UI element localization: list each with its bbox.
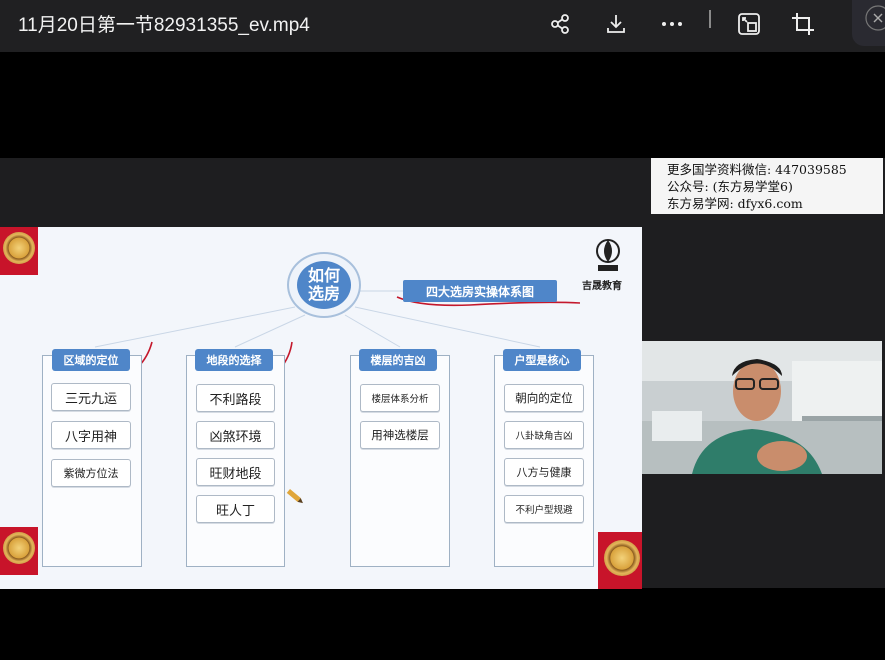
column-heading: 地段的选择 — [195, 349, 273, 371]
list-item: 八方与健康 — [504, 458, 584, 486]
webcam-feed — [642, 341, 882, 474]
column-heading: 户型是核心 — [503, 349, 581, 371]
more-button[interactable] — [655, 7, 689, 41]
toolbar-separator — [709, 10, 711, 28]
list-item: 旺财地段 — [196, 458, 275, 486]
list-item: 用神选楼层 — [360, 421, 440, 449]
column-heading: 楼层的吉凶 — [359, 349, 437, 371]
list-item: 紫微方位法 — [51, 459, 131, 487]
list-item: 八卦缺角吉凶 — [504, 421, 584, 449]
system-label: 四大选房实操体系图 — [403, 280, 557, 302]
list-item: 八字用神 — [51, 421, 131, 449]
list-item: 旺人丁 — [196, 495, 275, 523]
picture-in-picture-button[interactable] — [732, 7, 766, 41]
download-button[interactable] — [599, 7, 633, 41]
crop-icon — [792, 13, 814, 35]
window-title: 11月20日第一节82931355_ev.mp4 — [18, 15, 310, 36]
logo: 吉晟教育 — [582, 235, 636, 295]
share-icon — [551, 14, 569, 34]
watermark-line: 更多国学资料微信: 447039585 — [667, 162, 847, 177]
close-icon — [865, 5, 885, 31]
crop-button[interactable] — [786, 7, 820, 41]
share-button[interactable] — [543, 7, 577, 41]
center-title-text: 如何 选房 — [307, 266, 340, 303]
webcam-image — [642, 341, 882, 474]
list-item: 三元九运 — [51, 383, 131, 411]
logo-icon — [596, 239, 620, 271]
list-item: 凶煞环境 — [196, 421, 275, 449]
close-button[interactable] — [852, 0, 885, 46]
watermark-line: 东方易学网: dfyx6.com — [667, 196, 803, 211]
column-heading: 区域的定位 — [52, 349, 130, 371]
list-item: 朝向的定位 — [504, 384, 584, 412]
center-title: 如何 选房 — [297, 261, 351, 309]
list-item: 不利路段 — [196, 384, 275, 412]
center-bubble: 如何 选房 — [287, 252, 361, 318]
title-bar: 11月20日第一节82931355_ev.mp4 — [0, 0, 885, 52]
watermark: 更多国学资料微信: 447039585 公众号: (东方易学堂6) 东方易学网:… — [651, 158, 883, 214]
picture-in-picture-icon — [738, 13, 760, 35]
list-item: 楼层体系分析 — [360, 384, 440, 412]
more-icon — [662, 22, 682, 26]
list-item: 不利户型规避 — [504, 495, 584, 523]
logo-text: 吉晟教育 — [582, 281, 622, 292]
watermark-line: 公众号: (东方易学堂6) — [667, 179, 793, 194]
download-icon — [607, 15, 625, 33]
